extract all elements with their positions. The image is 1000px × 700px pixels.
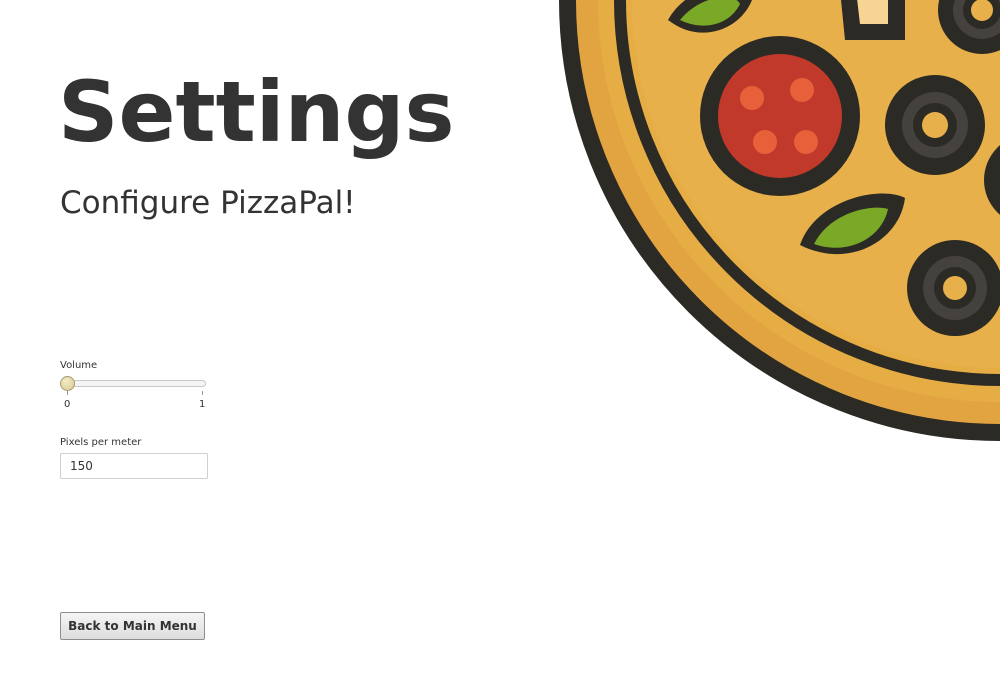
pixels-per-meter-label: Pixels per meter [60, 437, 142, 448]
volume-max-tick [202, 391, 203, 395]
pixels-per-meter-input[interactable] [60, 453, 208, 479]
page-subtitle: Configure PizzaPal! [60, 185, 356, 221]
back-to-main-menu-button[interactable]: Back to Main Menu [60, 612, 205, 640]
page-title: Settings [58, 63, 455, 161]
volume-slider-thumb[interactable] [60, 376, 75, 391]
volume-min-label: 0 [64, 399, 71, 410]
volume-max-label: 1 [199, 399, 206, 410]
volume-slider[interactable] [60, 376, 206, 391]
volume-slider-track[interactable] [60, 380, 206, 387]
volume-min-tick [67, 391, 68, 395]
volume-label: Volume [60, 360, 98, 371]
settings-screen: Settings Configure PizzaPal! Volume 0 1 … [0, 0, 1000, 700]
